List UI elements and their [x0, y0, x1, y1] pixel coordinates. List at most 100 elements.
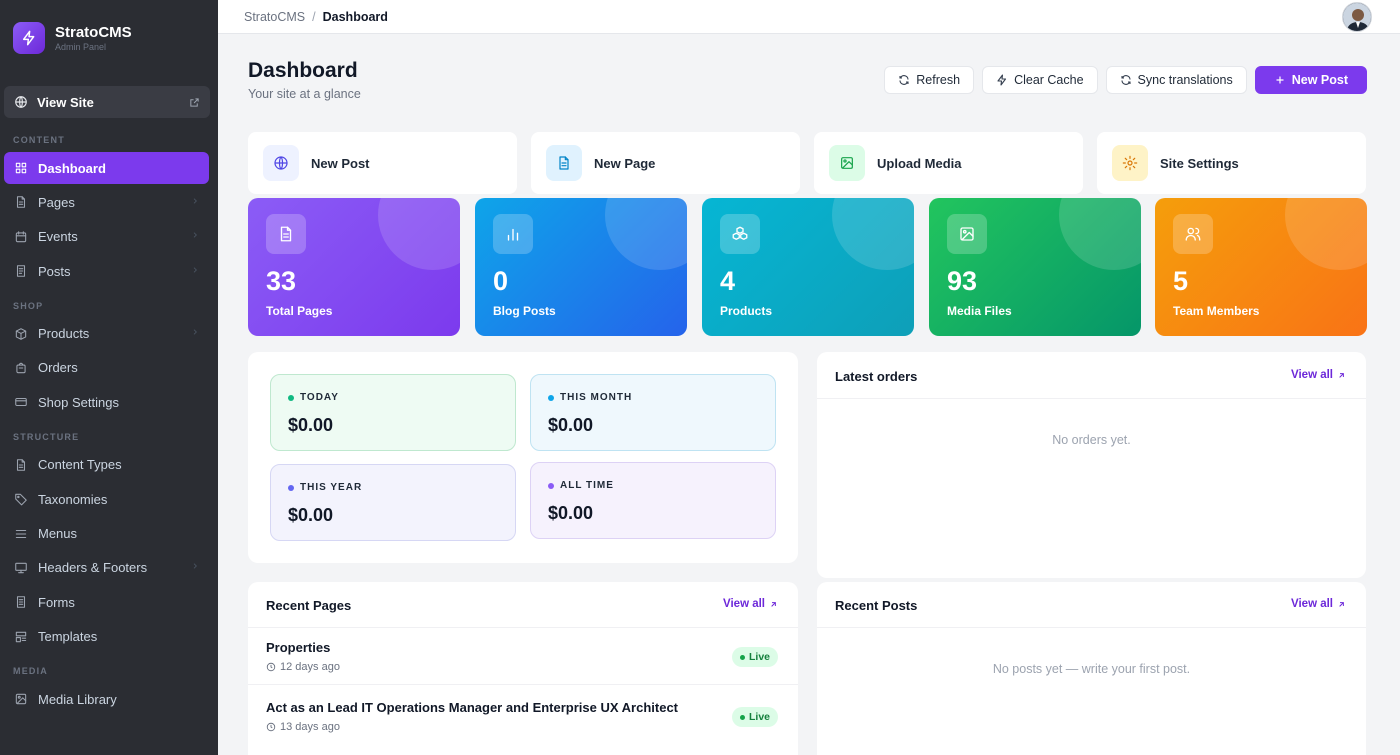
- stat-label: Media Files: [947, 304, 1012, 318]
- stat-value: 4: [720, 266, 736, 296]
- divider: [248, 627, 798, 628]
- quick-action-site-settings[interactable]: Site Settings: [1097, 132, 1366, 194]
- stat-card-products[interactable]: 4 Products: [702, 198, 914, 336]
- page-title-link[interactable]: Act as an Lead IT Operations Manager and…: [266, 700, 678, 715]
- box-icon: [14, 327, 28, 341]
- sidebar-item-label: Menus: [38, 526, 78, 542]
- globe-icon: [263, 145, 299, 181]
- brand[interactable]: StratoCMS Admin Panel: [0, 0, 218, 76]
- latest-orders-view-all[interactable]: View all: [1291, 369, 1346, 381]
- sidebar-item-label: Dashboard: [38, 160, 106, 176]
- chevron-right-icon: [191, 562, 199, 573]
- monitor-icon: [14, 561, 28, 575]
- file-icon: [546, 145, 582, 181]
- status-badge: Live: [731, 707, 778, 727]
- revenue-label: THIS MONTH: [548, 392, 632, 403]
- sidebar-item-orders[interactable]: Orders: [4, 352, 209, 384]
- recent-posts-view-all[interactable]: View all: [1291, 598, 1346, 610]
- sync-icon: [1120, 74, 1132, 86]
- view-site-label: View Site: [37, 94, 94, 110]
- bag-icon: [14, 361, 28, 375]
- latest-orders-title: Latest orders: [835, 369, 918, 384]
- breadcrumb-root[interactable]: StratoCMS: [244, 10, 305, 24]
- clock-icon: [266, 722, 276, 732]
- sidebar-nav: CONTENT Dashboard Pages Events Posts SHOP Prod…: [0, 124, 218, 715]
- sidebar-item-media-library[interactable]: Media Library: [4, 683, 209, 715]
- decorative-circle: [1285, 198, 1367, 270]
- arrow-up-right-icon: [769, 600, 778, 609]
- sidebar-item-dashboard[interactable]: Dashboard: [4, 152, 209, 184]
- image-icon: [14, 692, 28, 706]
- decorative-circle: [832, 198, 914, 270]
- sidebar-item-products[interactable]: Products: [4, 318, 209, 350]
- sidebar-item-content-types[interactable]: Content Types: [4, 449, 209, 481]
- avatar[interactable]: [1342, 2, 1372, 32]
- sync-translations-label: Sync translations: [1137, 73, 1233, 87]
- quick-action-label: New Page: [594, 155, 656, 171]
- sidebar-item-menus[interactable]: Menus: [4, 518, 209, 550]
- sidebar-item-events[interactable]: Events: [4, 221, 209, 253]
- image-icon: [947, 214, 987, 254]
- form-icon: [14, 595, 28, 609]
- clock-icon: [266, 662, 276, 672]
- divider: [817, 398, 1366, 399]
- clear-cache-label: Clear Cache: [1014, 73, 1084, 87]
- revenue-today: TODAY $0.00: [270, 374, 516, 451]
- sidebar-item-label: Media Library: [38, 691, 117, 707]
- sidebar-item-taxonomies[interactable]: Taxonomies: [4, 483, 209, 515]
- stat-card-blog-posts[interactable]: 0 Blog Posts: [475, 198, 687, 336]
- refresh-button[interactable]: Refresh: [884, 66, 975, 94]
- sidebar-item-label: Headers & Footers: [38, 560, 148, 576]
- sidebar: StratoCMS Admin Panel View Site CONTENT D…: [0, 0, 218, 755]
- status-dot: [288, 394, 294, 401]
- page-meta: 12 days ago: [266, 661, 340, 673]
- boxes-icon: [720, 214, 760, 254]
- sidebar-item-pages[interactable]: Pages: [4, 186, 209, 218]
- gear-icon: [1112, 145, 1148, 181]
- quick-action-new-post[interactable]: New Post: [248, 132, 517, 194]
- image-icon: [829, 145, 865, 181]
- stat-card-total-pages[interactable]: 33 Total Pages: [248, 198, 460, 336]
- divider: [248, 684, 798, 685]
- brand-subtitle: Admin Panel: [55, 42, 107, 52]
- revenue-panel: TODAY $0.00 THIS MONTH $0.00 THIS YEAR $0.00 A…: [248, 352, 798, 563]
- recent-posts-panel: Recent Posts View all No posts yet — wri…: [817, 582, 1366, 755]
- menu-icon: [14, 527, 28, 541]
- topbar: StratoCMS / Dashboard: [218, 0, 1400, 34]
- quick-action-new-page[interactable]: New Page: [531, 132, 800, 194]
- section-label-structure: STRUCTURE: [13, 431, 80, 442]
- sidebar-item-forms[interactable]: Forms: [4, 586, 209, 618]
- revenue-value: $0.00: [288, 505, 334, 525]
- revenue-label: TODAY: [288, 392, 339, 403]
- revenue-this-year: THIS YEAR $0.00: [270, 464, 516, 541]
- status-dot: [548, 394, 554, 401]
- recent-pages-view-all[interactable]: View all: [723, 598, 778, 610]
- breadcrumb-current: Dashboard: [322, 9, 388, 24]
- clear-cache-button[interactable]: Clear Cache: [982, 66, 1098, 94]
- page-title-link[interactable]: Properties: [266, 640, 330, 655]
- stat-label: Products: [720, 304, 773, 318]
- plus-icon: [1274, 74, 1286, 86]
- grid-icon: [14, 161, 28, 175]
- recent-pages-panel: Recent Pages View all Properties 12 days …: [248, 582, 798, 755]
- view-site-link[interactable]: View Site: [4, 86, 210, 118]
- sync-translations-button[interactable]: Sync translations: [1105, 66, 1247, 94]
- sidebar-item-shop-settings[interactable]: Shop Settings: [4, 386, 209, 418]
- revenue-label: ALL TIME: [548, 480, 614, 491]
- sidebar-item-label: Content Types: [38, 457, 122, 473]
- file-icon: [14, 195, 28, 209]
- quick-action-upload-media[interactable]: Upload Media: [814, 132, 1083, 194]
- revenue-all-time: ALL TIME $0.00: [530, 462, 776, 539]
- stat-card-team-members[interactable]: 5 Team Members: [1155, 198, 1367, 336]
- sidebar-item-headers-and-footers[interactable]: Headers & Footers: [4, 552, 209, 584]
- new-post-button[interactable]: New Post: [1254, 66, 1367, 94]
- sidebar-item-label: Products: [38, 326, 90, 342]
- stat-label: Total Pages: [266, 304, 333, 318]
- stat-card-media-files[interactable]: 93 Media Files: [929, 198, 1141, 336]
- arrow-up-right-icon: [1337, 600, 1346, 609]
- section-label-media: MEDIA: [13, 666, 48, 677]
- sidebar-item-templates[interactable]: Templates: [4, 621, 209, 653]
- sidebar-item-posts[interactable]: Posts: [4, 255, 209, 287]
- users-icon: [1173, 214, 1213, 254]
- breadcrumb-separator: /: [312, 9, 316, 24]
